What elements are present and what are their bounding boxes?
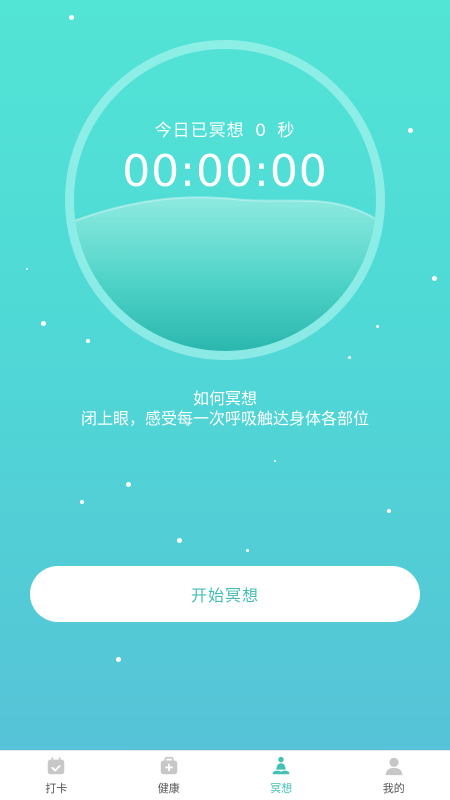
tab-label: 我的 [382,782,405,795]
today-meditation-text: 今日已冥想 0 秒 [0,116,450,141]
tab-label: 打卡 [45,782,68,795]
ring-inner [74,49,376,351]
star-decoration [177,538,182,543]
meditation-icon [273,756,290,775]
star-decoration [26,268,28,270]
today-unit: 秒 [277,121,296,141]
star-decoration [246,549,249,552]
today-label: 今日已冥想 [154,121,245,141]
meditation-timer: 00:00:00 [122,146,328,197]
tab-checkin[interactable]: 打卡 [0,751,113,800]
today-value: 0 [255,121,267,141]
tab-label: 冥想 [270,782,293,795]
star-decoration [116,657,121,662]
water-wave [74,196,376,351]
star-decoration [376,325,379,328]
star-decoration [69,15,74,20]
star-decoration [126,482,131,487]
star-decoration [432,276,437,281]
tab-meditation[interactable]: 冥想 [225,751,338,800]
start-meditation-button[interactable]: 开始冥想 [30,566,420,622]
tab-mine[interactable]: 我的 [338,751,450,800]
bottom-tab-bar: 打卡 健康 冥想 我的 [0,750,450,800]
star-decoration [41,321,46,326]
howto-section: 如何冥想 闭上眼，感受每一次呼吸触达身体各部位 [0,389,450,429]
howto-text: 闭上眼，感受每一次呼吸触达身体各部位 [80,409,369,428]
tab-health[interactable]: 健康 [113,751,226,800]
howto-title: 如何冥想 [192,389,257,408]
meditation-screen: 今日已冥想 0 秒 00:00:00 如何冥想 闭上眼，感受每一次呼吸触达身体各… [0,0,450,750]
star-decoration [348,356,351,359]
star-decoration [80,500,84,504]
star-decoration [387,509,391,513]
star-decoration [274,460,276,462]
user-icon [385,757,402,776]
calendar-check-icon [48,757,65,775]
meditation-progress-ring [65,40,385,360]
medical-kit-icon [160,756,177,775]
tab-label: 健康 [157,782,180,795]
